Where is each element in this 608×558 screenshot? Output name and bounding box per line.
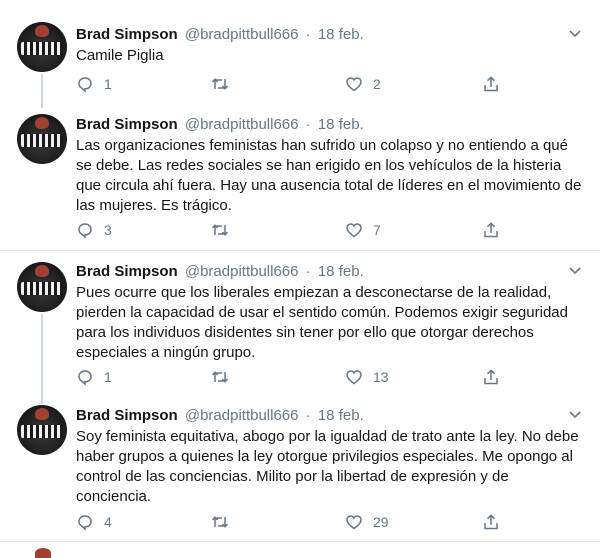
like-button[interactable]: 2 xyxy=(345,74,381,94)
heart-icon xyxy=(346,515,362,530)
like-button[interactable]: 13 xyxy=(345,367,389,387)
like-button[interactable]: 29 xyxy=(345,512,389,532)
share-button[interactable] xyxy=(482,367,500,387)
reply-count: 1 xyxy=(104,369,112,385)
share-button[interactable] xyxy=(482,220,500,240)
avatar[interactable] xyxy=(17,405,67,455)
retweet-button[interactable] xyxy=(211,220,239,240)
avatar[interactable] xyxy=(17,262,67,312)
author-handle[interactable]: @bradpittbull666 xyxy=(185,116,299,133)
tweet-text: Las organizaciones feministas han sufrid… xyxy=(76,137,582,214)
retweet-icon xyxy=(211,371,229,383)
reply-button[interactable]: 4 xyxy=(76,512,112,532)
separator: · xyxy=(305,26,311,43)
reply-button[interactable]: 1 xyxy=(76,367,112,387)
retweet-icon xyxy=(211,224,229,236)
share-icon xyxy=(484,514,498,530)
author-handle[interactable]: @bradpittbull666 xyxy=(185,263,299,280)
tweet-date[interactable]: 18 feb. xyxy=(318,26,364,43)
reply-count: 1 xyxy=(104,76,112,92)
separator: · xyxy=(305,263,311,280)
tweet-divider xyxy=(0,541,600,542)
retweet-button[interactable] xyxy=(211,367,239,387)
separator: · xyxy=(305,116,311,133)
avatar[interactable] xyxy=(17,22,67,72)
retweet-icon xyxy=(211,78,229,90)
tweet[interactable]: Brad Simpson @bradpittbull666 · 18 feb. … xyxy=(0,0,600,108)
tweet[interactable]: Brad Simpson @bradpittbull666 · 18 feb. … xyxy=(0,397,600,540)
like-count: 2 xyxy=(373,76,381,92)
chevron-down-icon[interactable] xyxy=(568,26,582,40)
reply-count: 4 xyxy=(104,514,112,530)
tweet-actions: 4 29 xyxy=(76,512,516,532)
author-handle[interactable]: @bradpittbull666 xyxy=(185,407,299,424)
share-icon xyxy=(484,369,498,385)
like-count: 7 xyxy=(373,222,381,238)
tweet-actions: 1 2 xyxy=(76,74,516,94)
like-count: 29 xyxy=(373,514,389,530)
share-button[interactable] xyxy=(482,74,500,94)
reply-icon xyxy=(78,223,92,239)
retweet-icon xyxy=(211,516,229,528)
tweet-text: Camile Piglia xyxy=(76,47,164,64)
tweet[interactable]: Brad Simpson @bradpittbull666 · 18 feb. … xyxy=(0,104,600,250)
author-name[interactable]: Brad Simpson xyxy=(76,26,178,43)
thread-line xyxy=(41,74,43,108)
chevron-down-icon[interactable] xyxy=(568,407,582,421)
next-avatar-partial xyxy=(35,548,51,558)
chevron-down-icon[interactable] xyxy=(568,263,582,277)
heart-icon xyxy=(346,77,362,92)
like-button[interactable]: 7 xyxy=(345,220,381,240)
tweet[interactable]: Brad Simpson @bradpittbull666 · 18 feb. … xyxy=(0,251,600,404)
thread-line xyxy=(41,314,43,404)
reply-button[interactable]: 3 xyxy=(76,220,112,240)
reply-icon xyxy=(78,515,92,531)
reply-icon xyxy=(78,370,92,386)
tweet-text: Pues ocurre que los liberales empiezan a… xyxy=(76,284,568,361)
author-name[interactable]: Brad Simpson xyxy=(76,407,178,424)
like-count: 13 xyxy=(373,369,389,385)
retweet-button[interactable] xyxy=(211,74,239,94)
share-icon xyxy=(484,76,498,92)
reply-count: 3 xyxy=(104,222,112,238)
share-icon xyxy=(484,222,498,238)
heart-icon xyxy=(346,370,362,385)
reply-button[interactable]: 1 xyxy=(76,74,112,94)
author-handle[interactable]: @bradpittbull666 xyxy=(185,26,299,43)
tweet-actions: 1 13 xyxy=(76,367,516,387)
tweet-date[interactable]: 18 feb. xyxy=(318,263,364,280)
reply-icon xyxy=(78,77,92,93)
heart-icon xyxy=(346,223,362,238)
tweet-date[interactable]: 18 feb. xyxy=(318,407,364,424)
author-name[interactable]: Brad Simpson xyxy=(76,263,178,280)
avatar[interactable] xyxy=(17,114,67,164)
tweet-date[interactable]: 18 feb. xyxy=(318,116,364,133)
tweet-actions: 3 7 xyxy=(76,220,516,240)
share-button[interactable] xyxy=(482,512,500,532)
retweet-button[interactable] xyxy=(211,512,239,532)
author-name[interactable]: Brad Simpson xyxy=(76,116,178,133)
separator: · xyxy=(305,407,311,424)
tweet-text: Soy feminista equitativa, abogo por la i… xyxy=(76,428,579,505)
